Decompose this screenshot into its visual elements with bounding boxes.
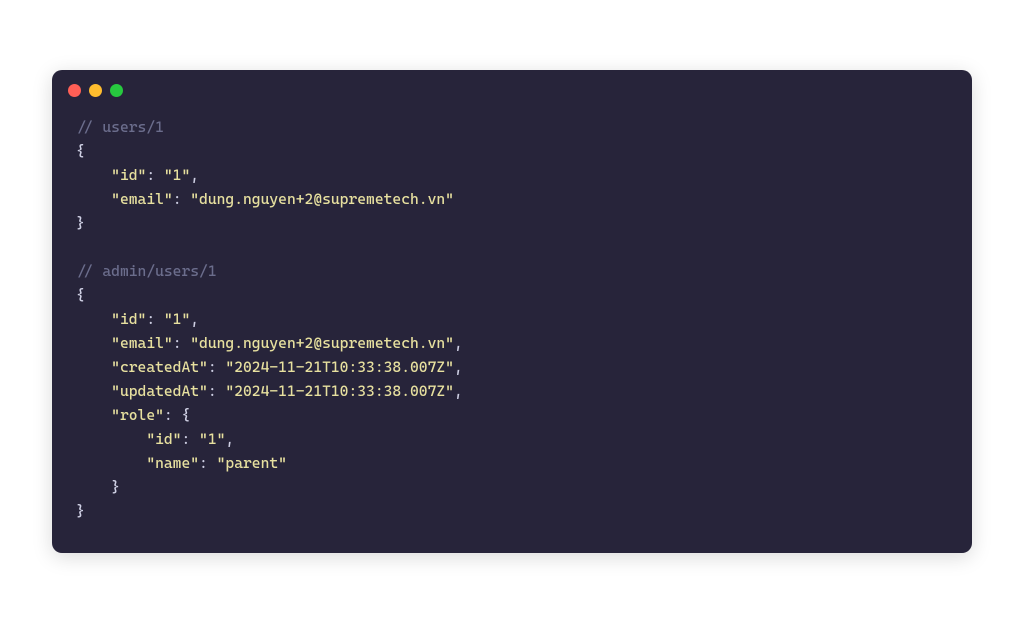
brace-close: }	[76, 502, 85, 520]
json-key: "createdAt"	[111, 358, 208, 376]
json-value: "2024-11-21T10:33:38.007Z"	[225, 382, 454, 400]
json-value: "dung.nguyen+2@supremetech.vn"	[190, 334, 454, 352]
maximize-icon[interactable]	[110, 84, 123, 97]
code-window: // users/1 { "id": "1", "email": "dung.n…	[52, 70, 972, 553]
brace-open: {	[76, 142, 85, 160]
json-value: "1"	[164, 310, 190, 328]
comment-line: // admin/users/1	[76, 262, 217, 280]
json-key: "updatedAt"	[111, 382, 208, 400]
brace-open: {	[76, 286, 85, 304]
code-content: // users/1 { "id": "1", "email": "dung.n…	[52, 105, 972, 553]
minimize-icon[interactable]	[89, 84, 102, 97]
json-value: "1"	[199, 430, 225, 448]
json-value: "2024-11-21T10:33:38.007Z"	[225, 358, 454, 376]
json-key: "role"	[111, 406, 164, 424]
json-value: "1"	[164, 166, 190, 184]
brace-close: }	[111, 478, 120, 496]
json-key: "id"	[146, 430, 181, 448]
json-key: "id"	[111, 310, 146, 328]
window-titlebar	[52, 70, 972, 105]
json-key: "name"	[146, 454, 199, 472]
json-key: "email"	[111, 190, 173, 208]
json-value: "dung.nguyen+2@supremetech.vn"	[190, 190, 454, 208]
brace-close: }	[76, 214, 85, 232]
json-value: "parent"	[217, 454, 287, 472]
json-key: "id"	[111, 166, 146, 184]
json-key: "email"	[111, 334, 173, 352]
comment-line: // users/1	[76, 118, 164, 136]
close-icon[interactable]	[68, 84, 81, 97]
